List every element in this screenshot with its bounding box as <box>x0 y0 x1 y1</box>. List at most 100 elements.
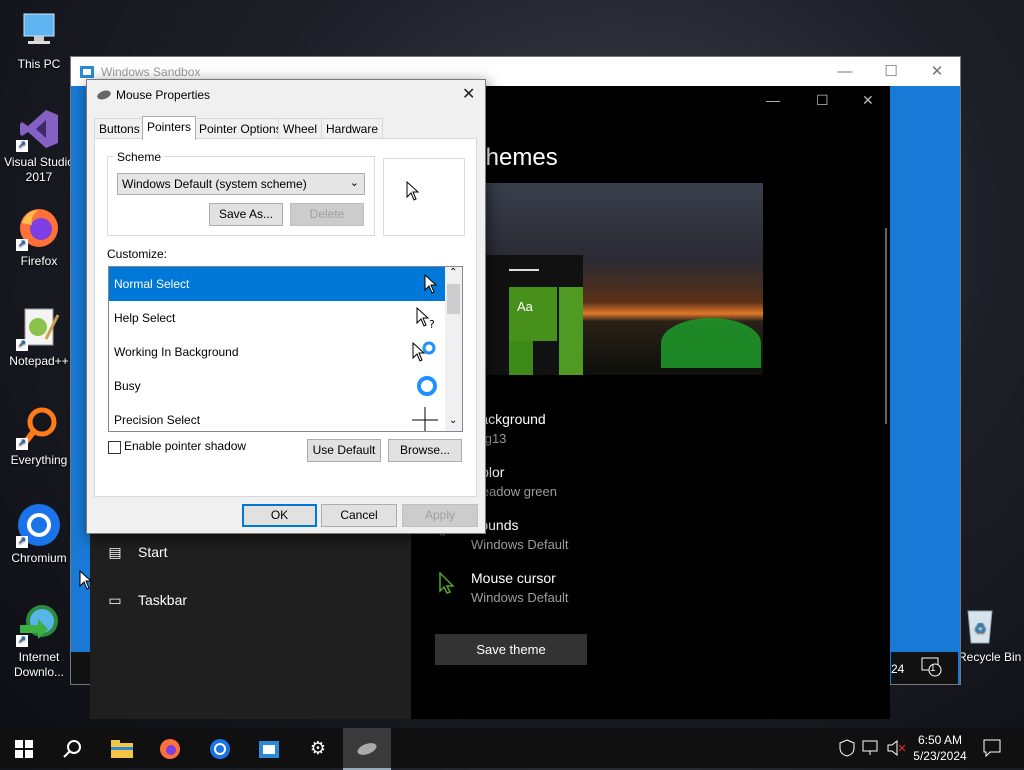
preview-window: Aa <box>483 255 583 375</box>
chevron-down-icon[interactable]: ⌄ <box>449 415 457 426</box>
clock[interactable]: 6:50 AM 5/23/2024 <box>905 732 975 764</box>
mouse-icon <box>96 89 112 104</box>
action-center-icon[interactable] <box>982 738 1002 761</box>
clock-date: 5/23/2024 <box>913 749 967 763</box>
close-button[interactable]: ✕ <box>914 57 960 86</box>
dialog-title: Mouse Properties <box>116 88 211 102</box>
browse-button[interactable]: Browse... <box>388 439 462 462</box>
desktop-icon-label: Notepad++ <box>9 354 69 368</box>
sandbox-clock-fragment: 24 <box>891 662 905 676</box>
list-item-precision-select[interactable]: Precision Select <box>109 403 450 431</box>
cursor-preview <box>383 158 465 236</box>
nav-start[interactable]: ▤ Start <box>106 544 167 561</box>
scheme-select[interactable]: Windows Default (system scheme) ⌄ <box>117 173 365 195</box>
nav-taskbar[interactable]: ▭ Taskbar <box>106 592 187 609</box>
minimize-button[interactable]: — <box>766 92 780 108</box>
desktop-icon-label: Firefox <box>20 254 58 268</box>
mouse-cursor-icon <box>438 571 455 597</box>
desktop-icon-label: Internet Downlo... <box>13 650 65 679</box>
desktop-icon-firefox[interactable]: ↗ Firefox <box>2 205 76 269</box>
recycle-bin-icon: ♻ <box>956 601 1002 647</box>
visual-studio-icon: ↗ <box>16 106 62 152</box>
delete-button[interactable]: Delete <box>290 203 364 226</box>
close-button[interactable]: ✕ <box>462 84 475 104</box>
save-as-button[interactable]: Save As... <box>209 203 283 226</box>
arrow-cursor-icon <box>424 267 438 301</box>
maximize-button[interactable]: ☐ <box>868 57 914 86</box>
ok-button[interactable]: OK <box>242 504 317 527</box>
settings-scrollbar[interactable] <box>885 228 887 424</box>
tab-pointer-options[interactable]: Pointer Options <box>194 118 287 139</box>
desktop-icon-everything[interactable]: ↗ Everything <box>2 404 76 468</box>
scroll-thumb[interactable] <box>447 284 460 314</box>
sandbox-icon[interactable] <box>245 728 293 768</box>
pointer-list[interactable]: Normal Select Help Select ? Working In B… <box>108 266 463 432</box>
sandbox-taskbar-right: 24 1 <box>891 652 958 684</box>
svg-text:♻: ♻ <box>974 620 987 636</box>
scheme-label: Scheme <box>114 150 165 164</box>
desktop-icon-this-pc[interactable]: This PC <box>2 8 76 72</box>
start-icon[interactable] <box>0 728 48 768</box>
preview-tile-label: Aa <box>517 299 533 314</box>
save-theme-button[interactable]: Save theme <box>435 634 587 665</box>
apply-button[interactable]: Apply <box>402 504 478 527</box>
settings-icon[interactable]: ⚙ <box>294 728 342 768</box>
mouse-icon[interactable] <box>343 728 391 770</box>
customize-label: Customize: <box>107 247 168 261</box>
tab-hardware[interactable]: Hardware <box>321 118 384 139</box>
start-layout-icon: ▤ <box>108 544 122 560</box>
desktop-icon-label: Everything <box>10 453 68 467</box>
this-pc-icon <box>16 8 62 54</box>
theme-item-mouse-cursor[interactable]: Mouse cursor Windows Default <box>471 569 569 607</box>
idm-icon: ↗ <box>16 601 62 647</box>
chevron-up-icon[interactable]: ⌃ <box>449 267 457 278</box>
desktop-icon-visual-studio[interactable]: ↗ Visual Studio 2017 <box>2 106 76 185</box>
mouse-pointer-icon <box>79 569 93 593</box>
minimize-button[interactable]: — <box>822 57 868 86</box>
help-cursor-icon: ? <box>416 301 438 335</box>
list-scrollbar[interactable]: ⌃ ⌄ <box>445 267 462 431</box>
sandbox-taskbar-left <box>71 652 91 684</box>
mouse-properties-dialog: Mouse Properties ✕ Buttons Pointers Poin… <box>86 79 486 534</box>
chromium-icon: ↗ <box>16 502 62 548</box>
pointers-panel: Scheme Windows Default (system scheme) ⌄… <box>94 138 477 497</box>
firefox-icon: ↗ <box>16 205 62 251</box>
volume-muted-icon[interactable] <box>886 739 906 759</box>
tab-wheel[interactable]: Wheel <box>278 118 323 139</box>
file-explorer-icon[interactable] <box>98 728 146 768</box>
cancel-button[interactable]: Cancel <box>321 504 397 527</box>
desktop-icon-label: Visual Studio 2017 <box>4 155 74 184</box>
everything-icon: ↗ <box>16 404 62 450</box>
list-item-help-select[interactable]: Help Select ? <box>109 301 450 335</box>
close-button[interactable]: ✕ <box>862 92 874 109</box>
desktop-icon-label: Chromium <box>11 551 67 565</box>
list-item-busy[interactable]: Busy <box>109 369 450 403</box>
sandbox-title: Windows Sandbox <box>101 65 201 79</box>
notepadpp-icon: ↗ <box>16 305 62 351</box>
notification-count: 1 <box>930 663 936 674</box>
desktop-icon-notepadpp[interactable]: ↗ Notepad++ <box>2 305 76 369</box>
list-item-normal-select[interactable]: Normal Select <box>109 267 450 301</box>
clock-time: 6:50 AM <box>917 733 963 747</box>
pointer-shadow-label: Enable pointer shadow <box>124 439 247 453</box>
desktop-icon-label: Recycle Bin <box>958 650 1022 664</box>
list-item-working-in-background[interactable]: Working In Background <box>109 335 450 369</box>
search-icon[interactable] <box>48 728 96 768</box>
desktop-icon-label: This PC <box>17 57 61 71</box>
firefox-icon[interactable] <box>146 728 194 768</box>
network-icon[interactable] <box>862 740 880 759</box>
use-default-button[interactable]: Use Default <box>307 439 381 462</box>
busy-cursor-icon <box>416 369 438 403</box>
desktop-icon-idm[interactable]: ↗ Internet Downlo... <box>2 601 76 680</box>
arrow-cursor-icon <box>406 180 420 204</box>
theme-preview: Aa <box>483 183 763 375</box>
pointer-shadow-checkbox[interactable] <box>108 441 121 454</box>
desktop-icon-chromium[interactable]: ↗ Chromium <box>2 502 76 566</box>
crosshair-cursor-icon <box>412 403 438 431</box>
maximize-button[interactable]: ☐ <box>816 92 829 109</box>
security-icon[interactable] <box>839 739 855 760</box>
tent-image <box>661 318 761 368</box>
tab-buttons[interactable]: Buttons <box>94 118 145 139</box>
tab-pointers[interactable]: Pointers <box>142 116 197 140</box>
chromium-icon[interactable] <box>196 728 244 768</box>
